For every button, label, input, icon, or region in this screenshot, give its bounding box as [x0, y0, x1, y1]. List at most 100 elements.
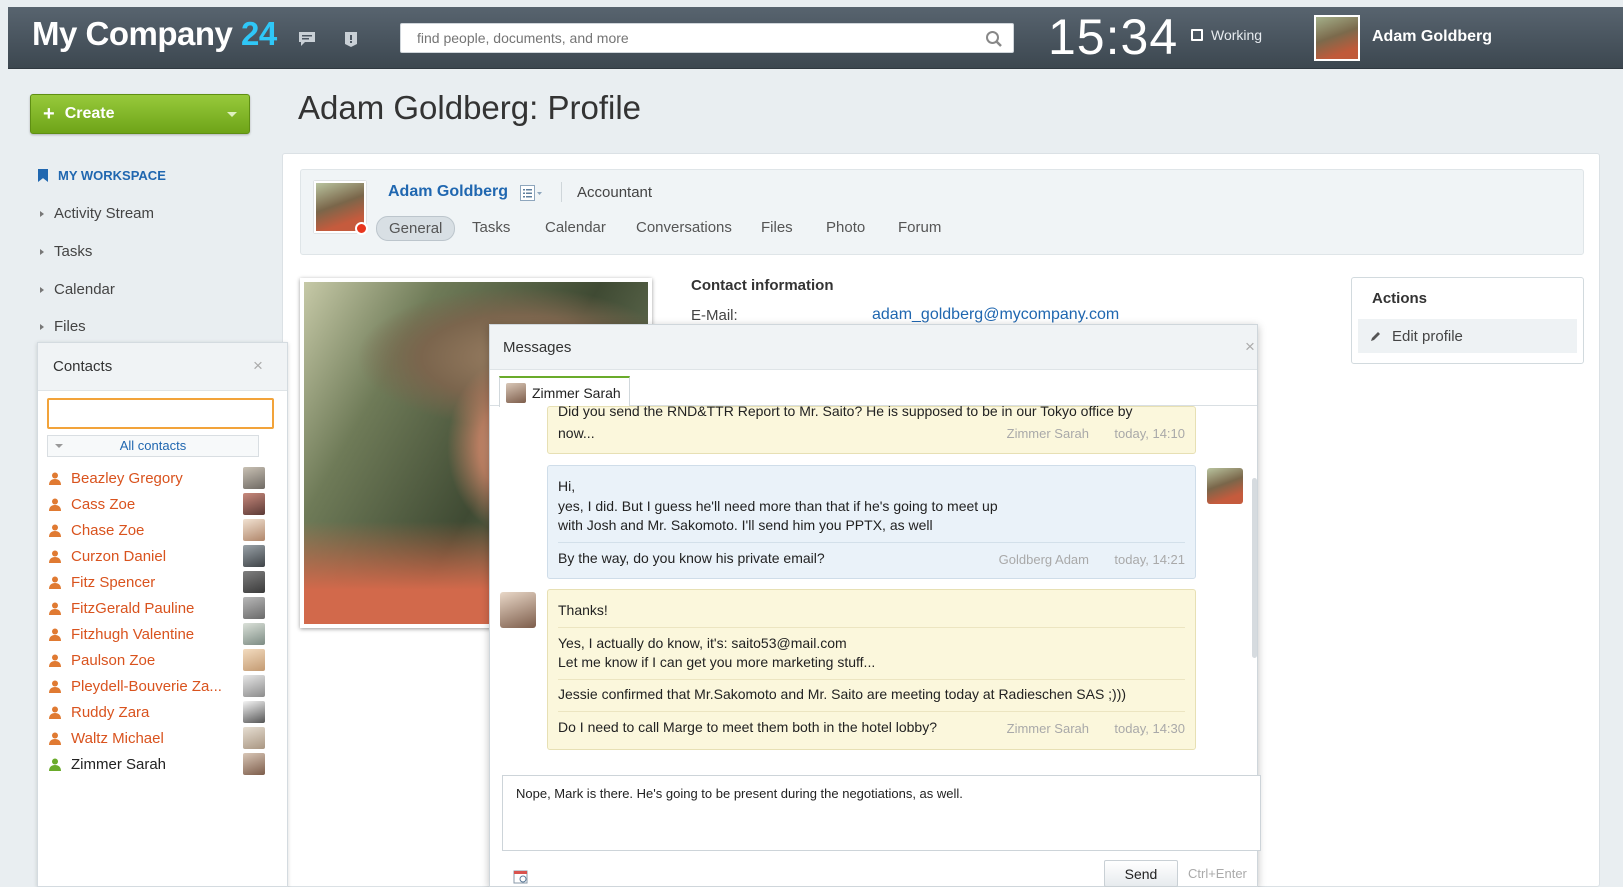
messages-header: Messages × [490, 325, 1257, 370]
tab-tasks[interactable]: Tasks [472, 219, 510, 236]
sidebar-item-label: Tasks [54, 243, 93, 260]
logo-text: My Company [32, 15, 233, 52]
contact-item[interactable]: FitzGerald Pauline [49, 597, 265, 619]
contacts-title: Contacts [53, 358, 113, 375]
person-icon [49, 576, 61, 589]
email-link[interactable]: adam_goldberg@mycompany.com [872, 306, 1119, 324]
contact-item[interactable]: Chase Zoe [49, 519, 265, 541]
top-header: My Company 24 15:34 Working Adam Goldber… [8, 7, 1623, 69]
tab-conversations[interactable]: Conversations [636, 219, 732, 236]
sidebar-item-activity-stream[interactable]: Activity Stream [40, 205, 154, 222]
contact-item[interactable]: Pleydell-Bouverie Za... [49, 675, 265, 697]
contact-item[interactable]: Zimmer Sarah [49, 753, 265, 775]
sidebar-item-label: Calendar [54, 281, 115, 298]
contact-avatar [243, 597, 265, 619]
contacts-panel: Contacts × All contacts Beazley Gregory … [37, 342, 288, 887]
create-button[interactable]: + Create [30, 94, 250, 134]
contact-avatar [243, 753, 265, 775]
person-icon [49, 472, 61, 485]
logo-number: 24 [241, 15, 277, 52]
messages-title: Messages [503, 339, 572, 356]
message-compose[interactable]: Nope, Mark is there. He's going to be pr… [502, 775, 1261, 851]
tab-calendar[interactable]: Calendar [545, 219, 606, 236]
contacts-filter-select[interactable]: All contacts [47, 435, 259, 457]
person-icon [49, 524, 61, 537]
profile-name[interactable]: Adam Goldberg [388, 183, 508, 201]
plus-icon: + [43, 103, 55, 125]
workspace-label: MY WORKSPACE [58, 168, 166, 183]
list-menu-icon[interactable] [520, 185, 542, 201]
tab-general[interactable]: General [376, 216, 456, 241]
profile-avatar[interactable] [314, 181, 368, 235]
contact-name: Ruddy Zara [71, 703, 150, 721]
contacts-search-field[interactable] [49, 400, 272, 427]
contact-avatar [243, 493, 265, 515]
header-user-name[interactable]: Adam Goldberg [1372, 28, 1492, 46]
contact-item[interactable]: Beazley Gregory [49, 467, 265, 489]
sender-avatar [1207, 468, 1243, 504]
message-line: Jessie confirmed that Mr.Sakomoto and Mr… [558, 686, 1127, 702]
global-search[interactable] [400, 23, 1014, 53]
message-line: Do I need to call Marge to meet them bot… [558, 719, 938, 735]
contacts-search-input[interactable] [47, 398, 274, 429]
contact-item[interactable]: Ruddy Zara [49, 701, 265, 723]
person-icon [49, 706, 61, 719]
calendar-icon[interactable] [513, 869, 528, 884]
message-line: Let me know if I can get you more market… [558, 654, 876, 670]
sidebar-item-files[interactable]: Files [40, 318, 86, 335]
contact-item[interactable]: Paulson Zoe [49, 649, 265, 671]
close-icon[interactable]: × [253, 356, 263, 376]
message-line: now... [558, 425, 595, 441]
person-icon [49, 654, 61, 667]
message-author: Zimmer Sarah [1006, 426, 1089, 441]
tab-files[interactable]: Files [761, 219, 793, 236]
contact-item[interactable]: Fitz Spencer [49, 571, 265, 593]
notification-icon[interactable] [342, 31, 360, 47]
contact-name: Paulson Zoe [71, 651, 156, 669]
message-divider [558, 679, 1185, 680]
chevron-down-icon [55, 444, 63, 448]
chat-icon[interactable] [298, 31, 316, 47]
contact-item[interactable]: Fitzhugh Valentine [49, 623, 265, 645]
search-input[interactable] [401, 24, 961, 52]
company-logo[interactable]: My Company 24 [32, 15, 277, 53]
sidebar-item-tasks[interactable]: Tasks [40, 243, 92, 260]
person-icon [49, 498, 61, 511]
message-divider [558, 711, 1185, 712]
search-icon[interactable] [985, 30, 1003, 48]
message-line: Did you send the RND&TTR Report to Mr. S… [558, 403, 1133, 419]
message-line: Yes, I actually do know, it's: saito53@m… [558, 635, 847, 651]
user-avatar[interactable] [1314, 15, 1360, 61]
contact-avatar [243, 701, 265, 723]
arrow-right-icon [40, 323, 44, 330]
sidebar-item-calendar[interactable]: Calendar [40, 281, 115, 298]
workspace-title[interactable]: MY WORKSPACE [38, 168, 166, 183]
chevron-down-icon[interactable] [227, 112, 237, 117]
tab-forum[interactable]: Forum [898, 219, 941, 236]
status-dot-icon [355, 222, 368, 235]
contact-name: Fitzhugh Valentine [71, 625, 195, 643]
message-time: today, 14:21 [1114, 552, 1185, 567]
contact-avatar [243, 545, 265, 567]
send-shortcut-hint: Ctrl+Enter [1188, 866, 1247, 881]
message-line: Thanks! [558, 602, 608, 618]
tab-photo[interactable]: Photo [826, 219, 865, 236]
message-author: Goldberg Adam [998, 552, 1089, 567]
edit-profile-label: Edit profile [1392, 327, 1463, 345]
send-button[interactable]: Send [1104, 860, 1178, 887]
person-icon [49, 550, 61, 563]
contact-name: Cass Zoe [71, 495, 136, 513]
message-input[interactable]: Nope, Mark is there. He's going to be pr… [516, 786, 1247, 840]
contact-item[interactable]: Curzon Daniel [49, 545, 265, 567]
arrow-right-icon [40, 286, 44, 293]
message-author: Zimmer Sarah [1006, 721, 1089, 736]
arrow-right-icon [40, 248, 44, 255]
contact-item[interactable]: Cass Zoe [49, 493, 265, 515]
pencil-icon [1371, 332, 1380, 341]
close-icon[interactable]: × [1245, 337, 1255, 357]
scrollbar-thumb[interactable] [1252, 478, 1257, 658]
contact-item[interactable]: Waltz Michael [49, 727, 265, 749]
person-icon [49, 758, 61, 771]
work-status[interactable]: Working [1191, 27, 1262, 43]
edit-profile-button[interactable]: Edit profile [1358, 319, 1577, 353]
